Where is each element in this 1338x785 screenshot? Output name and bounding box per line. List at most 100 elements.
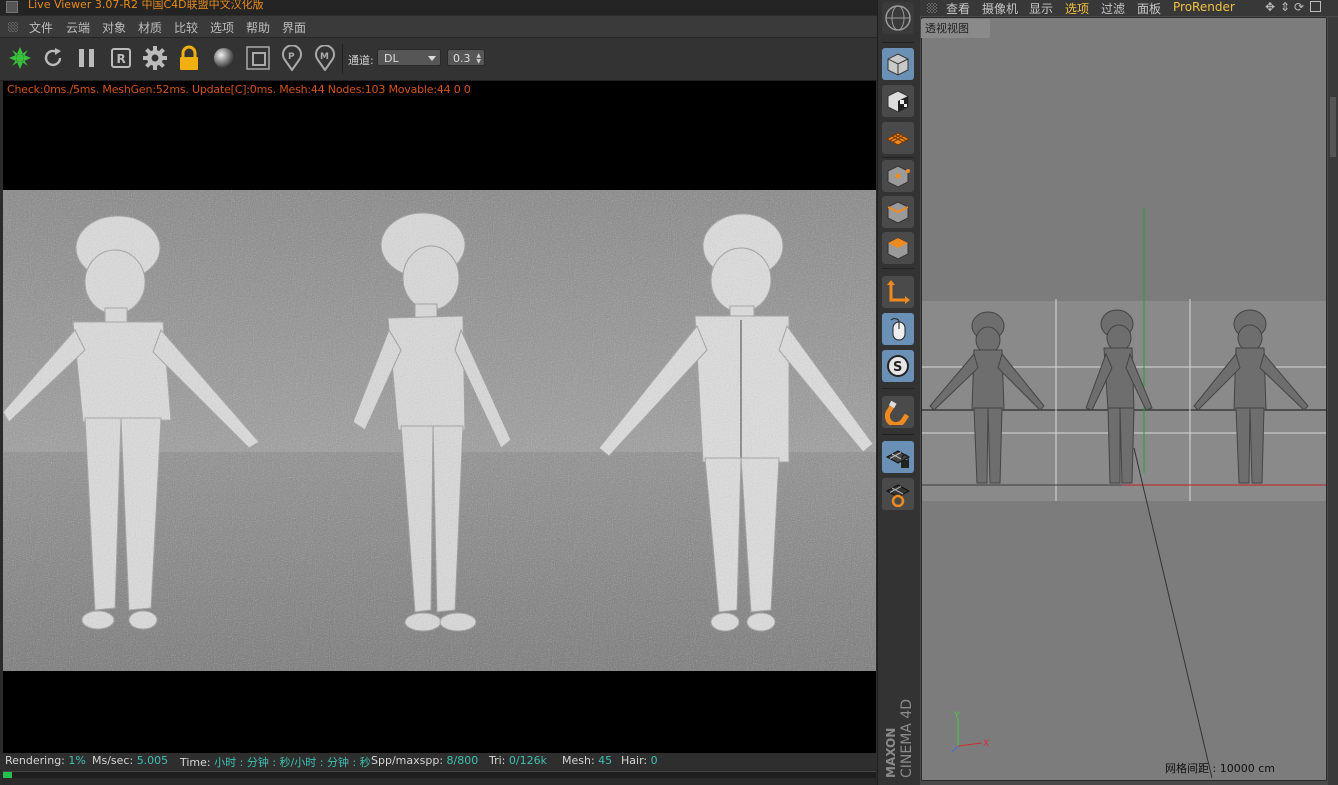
spp-label: Spp/maxspp: xyxy=(371,754,444,767)
vp-menu-panel[interactable]: 面板 xyxy=(1137,0,1161,17)
hair-value: 0 xyxy=(650,754,658,767)
svg-text:P: P xyxy=(288,52,295,62)
value-stepper[interactable]: 0.3 ▲ ▼ xyxy=(447,49,485,66)
menu-bar: 文件 云端 对象 材质 比较 选项 帮助 界面 xyxy=(0,16,877,38)
mesh-stat: Mesh: 45 xyxy=(562,754,612,767)
channel-select[interactable]: DL xyxy=(377,49,441,66)
window-title: Live Viewer 3.07-R2 中国C4D联盟中文汉化版 xyxy=(28,0,264,11)
perspective-viewport[interactable]: Y X xyxy=(921,17,1327,781)
hair-label: Hair: xyxy=(621,754,648,767)
bottom-edge xyxy=(0,778,877,785)
snap-s-icon[interactable]: S xyxy=(882,350,914,382)
settings-gear-icon[interactable] xyxy=(141,44,169,72)
spp-stat: Spp/maxspp: 8/800 xyxy=(371,754,478,767)
vp-menu-view[interactable]: 查看 xyxy=(946,0,970,17)
pin-m-icon[interactable]: M xyxy=(311,44,339,72)
status-bar: Rendering: 1% Ms/sec: 5.005 Time: 小时 : 分… xyxy=(0,753,877,770)
axis-mode-icon[interactable] xyxy=(882,276,914,308)
axis-y-label: Y xyxy=(953,711,960,721)
menu-cloud[interactable]: 云端 xyxy=(66,19,90,36)
spp-value: 8/800 xyxy=(446,754,479,767)
region-render-icon[interactable]: R xyxy=(107,44,135,72)
brand-cinema4d: CINEMA 4D xyxy=(899,699,915,778)
render-image xyxy=(3,190,876,671)
workplane-icon[interactable] xyxy=(882,122,914,154)
vp-menu-options[interactable]: 选项 xyxy=(1065,0,1089,17)
model-mode-icon[interactable] xyxy=(882,48,914,80)
time-stat: Time: 小时 : 分钟 : 秒/小时 : 分钟 : 秒 xyxy=(180,754,371,770)
rendering-value: 1% xyxy=(68,754,86,767)
mesh-label: Mesh: xyxy=(562,754,595,767)
drag-grip-icon[interactable] xyxy=(927,3,937,13)
polygons-mode-icon[interactable] xyxy=(882,232,914,264)
scroll-thumb[interactable] xyxy=(1330,97,1336,157)
stepper-value: 0.3 xyxy=(453,52,471,65)
menu-interface[interactable]: 界面 xyxy=(282,19,306,36)
chevron-down-icon xyxy=(428,56,436,61)
render-progress-bar xyxy=(3,771,876,778)
menu-file[interactable]: 文件 xyxy=(29,19,53,36)
vp-menu-prorender[interactable]: ProRender xyxy=(1173,0,1235,14)
viewport-name-label: 透视视图 xyxy=(921,19,990,38)
hair-stat: Hair: 0 xyxy=(621,754,658,767)
texture-mode-icon[interactable] xyxy=(882,85,914,117)
points-mode-icon[interactable] xyxy=(882,160,914,192)
tri-label: Tri: xyxy=(489,754,506,767)
window-title-bar: Live Viewer 3.07-R2 中国C4D联盟中文汉化版 xyxy=(0,0,877,15)
mode-palette: S MAXON CINEMA 4D xyxy=(877,0,921,785)
axis-x-label: X xyxy=(983,739,989,749)
stats-line: Check:0ms./5ms. MeshGen:52ms. Update[C]:… xyxy=(7,83,471,96)
magnet-icon[interactable] xyxy=(882,396,914,428)
menu-compare[interactable]: 比较 xyxy=(174,19,198,36)
brand-maxon: MAXON xyxy=(884,728,898,778)
menu-help[interactable]: 帮助 xyxy=(246,19,270,36)
maximize-view-icon[interactable] xyxy=(1310,1,1321,12)
ms-label: Ms/sec: xyxy=(92,754,134,767)
edges-mode-icon[interactable] xyxy=(882,196,914,228)
channel-label: 通道: xyxy=(348,54,374,67)
viewport-side-scrollbar[interactable] xyxy=(1328,17,1338,785)
render-start-icon[interactable] xyxy=(6,44,34,72)
menu-options[interactable]: 选项 xyxy=(210,19,234,36)
svg-text:S: S xyxy=(893,360,902,375)
drag-grip-icon[interactable] xyxy=(8,22,18,32)
rendering-stat: Rendering: 1% xyxy=(5,754,86,767)
vp-menu-display[interactable]: 显示 xyxy=(1029,0,1053,17)
tweak-mouse-icon[interactable] xyxy=(882,313,914,345)
ms-stat: Ms/sec: 5.005 xyxy=(92,754,168,767)
tri-value: 0/126k xyxy=(508,754,547,767)
viewport-menu-bar: 查看 摄像机 显示 选项 过滤 面板 ProRender ✥ ⇕ ⟳ xyxy=(920,0,1338,16)
globe-icon[interactable] xyxy=(882,2,914,34)
app-icon xyxy=(6,1,18,13)
stepper-down-icon[interactable]: ▼ xyxy=(476,59,481,65)
vp-menu-filter[interactable]: 过滤 xyxy=(1101,0,1125,17)
svg-text:M: M xyxy=(320,52,329,62)
rendered-characters-image xyxy=(3,190,876,671)
time-label: Time: xyxy=(180,756,211,769)
vp-menu-camera[interactable]: 摄像机 xyxy=(982,0,1018,17)
rendering-label: Rendering: xyxy=(5,754,65,767)
mesh-value: 45 xyxy=(598,754,613,767)
lock-icon[interactable] xyxy=(175,44,203,72)
menu-object[interactable]: 对象 xyxy=(102,19,126,36)
cinema4d-logo: MAXON CINEMA 4D xyxy=(884,699,915,778)
viewport-scene: Y X xyxy=(922,18,1326,780)
svg-text:R: R xyxy=(117,52,126,66)
grid-spacing-label: 网格间距 : 10000 cm xyxy=(1165,762,1275,775)
material-sphere-icon[interactable] xyxy=(210,44,238,72)
ms-value: 5.005 xyxy=(136,754,169,767)
menu-material[interactable]: 材质 xyxy=(138,19,162,36)
region-frame-icon[interactable] xyxy=(244,44,272,72)
move-view-icon[interactable]: ✥ xyxy=(1265,0,1275,14)
time-value: 小时 : 分钟 : 秒/小时 : 分钟 : 秒 xyxy=(214,756,371,769)
toolbar: R P M 通道: DL 0.3 ▲ ▼ xyxy=(0,38,877,81)
zoom-view-icon[interactable]: ⇕ xyxy=(1280,0,1290,14)
rotate-view-icon[interactable]: ⟳ xyxy=(1294,0,1304,14)
tri-stat: Tri: 0/126k xyxy=(489,754,547,767)
refresh-icon[interactable] xyxy=(39,44,67,72)
pause-icon[interactable] xyxy=(73,44,101,72)
workplane-snap-icon[interactable] xyxy=(882,478,914,510)
lock-workplane-icon[interactable] xyxy=(882,441,914,473)
pin-p-icon[interactable]: P xyxy=(278,44,306,72)
toolbar-divider xyxy=(342,44,343,74)
